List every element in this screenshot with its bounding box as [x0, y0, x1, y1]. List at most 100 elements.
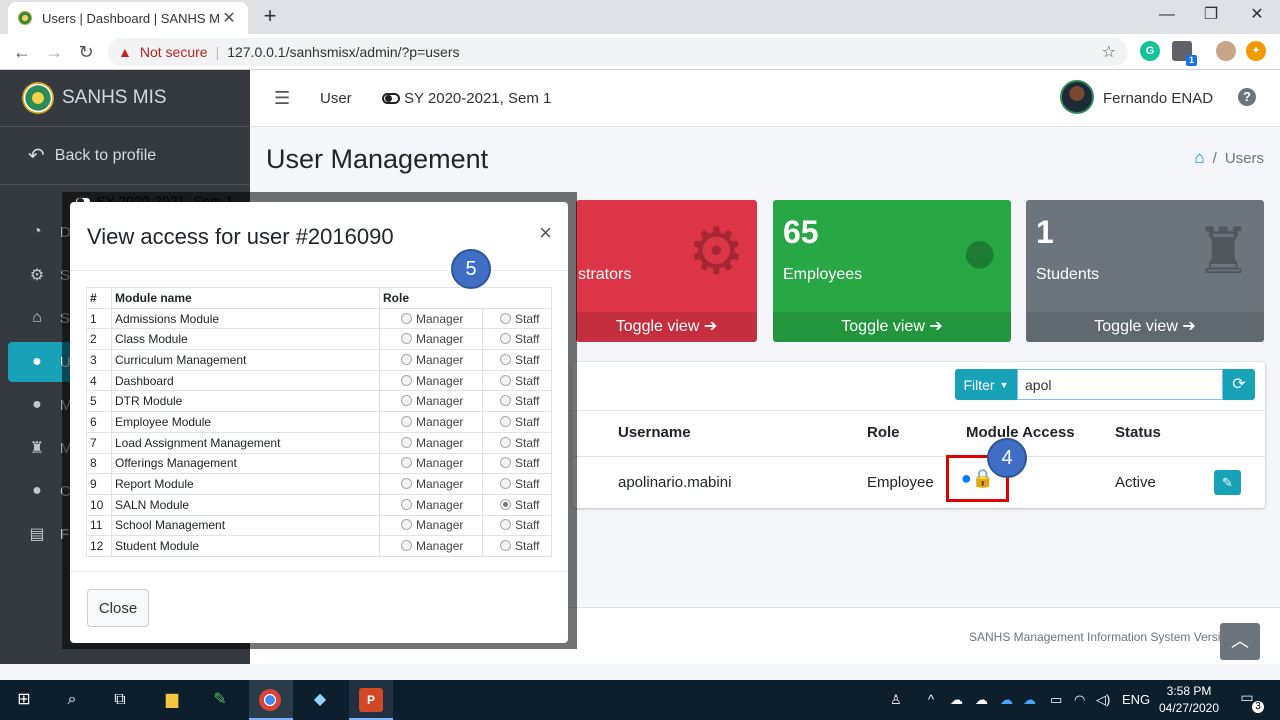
user-edit-icon: ✎	[1222, 475, 1233, 490]
role-radio-staff[interactable]	[500, 333, 511, 345]
role-radio-manager[interactable]	[401, 374, 412, 386]
role-radio-staff[interactable]	[500, 395, 511, 407]
school-year-toggle[interactable]: SY 2020-2021, Sem 1	[382, 90, 551, 107]
windows-start-icon[interactable]: ⊞	[12, 688, 36, 712]
hamburger-menu-icon[interactable]: ☰	[274, 88, 290, 109]
forward-arrow-icon[interactable]: →	[42, 40, 66, 64]
role-radio-manager[interactable]	[401, 395, 412, 407]
module-name: School Management	[111, 514, 380, 537]
back-to-profile-link[interactable]: ↶ Back to profile	[0, 127, 250, 185]
role-option-label: Staff	[515, 311, 540, 326]
notification-center-icon[interactable]: ▭ 3	[1236, 689, 1264, 713]
role-radio-manager[interactable]	[401, 540, 412, 552]
role-radio-manager[interactable]	[401, 519, 412, 531]
minimize-icon[interactable]: —	[1152, 4, 1182, 26]
close-button[interactable]: Close	[87, 589, 149, 627]
toggle-view-students[interactable]: Toggle view ➔	[1026, 312, 1264, 342]
language-indicator[interactable]: ENG	[1122, 692, 1150, 707]
browser-tab[interactable]: Users | Dashboard | SANHS MIS ✕	[8, 2, 248, 34]
new-tab-icon[interactable]: +	[258, 4, 282, 28]
grammarly-extension-icon[interactable]: G	[1140, 41, 1160, 61]
edit-user-button[interactable]: ✎	[1214, 470, 1241, 495]
refresh-button[interactable]: ⟳	[1223, 369, 1255, 400]
role-radio-manager[interactable]	[401, 312, 412, 324]
module-num: 11	[86, 514, 112, 537]
avatar[interactable]	[1060, 80, 1094, 114]
wifi-icon[interactable]: ◠	[1074, 692, 1085, 708]
role-option-cell: Manager	[379, 369, 483, 392]
role-radio-manager[interactable]	[401, 436, 412, 448]
filter-button[interactable]: Filter ▼	[955, 369, 1017, 400]
cloud-icon[interactable]: ☁	[950, 692, 963, 708]
battery-icon[interactable]: ▭	[1050, 692, 1062, 708]
extension-orange-icon[interactable]: ✦	[1246, 41, 1266, 61]
footer-text: SANHS Management Information System Vers…	[969, 630, 1255, 644]
role-radio-staff[interactable]	[500, 519, 511, 531]
table-row: 1 Admissions Module Manager Staff	[86, 307, 552, 330]
onedrive-icon[interactable]: ☁	[1000, 692, 1013, 708]
role-radio-staff[interactable]	[500, 436, 511, 448]
brand[interactable]: SANHS MIS	[0, 70, 250, 127]
modal-close-icon[interactable]: ×	[539, 220, 552, 246]
user-name[interactable]: Fernando ENAD	[1103, 90, 1213, 107]
role-radio-staff[interactable]	[500, 457, 511, 469]
employees-box: 65 Employees ● Toggle view ➔	[773, 200, 1011, 342]
tab-close-icon[interactable]: ✕	[220, 8, 238, 28]
role-radio-manager[interactable]	[401, 498, 412, 510]
bookmark-star-icon[interactable]: ☆	[1102, 42, 1116, 62]
tray-chevron-up-icon[interactable]: ^	[928, 692, 934, 707]
powerpoint-icon[interactable]: P	[359, 688, 383, 712]
people-icon[interactable]: ♙	[890, 692, 902, 708]
toggle-view-employees[interactable]: Toggle view ➔	[773, 312, 1011, 342]
role-radio-staff[interactable]	[500, 353, 511, 365]
extension-cube-icon[interactable]: 1	[1172, 41, 1197, 66]
address-separator: |	[215, 44, 220, 60]
role-radio-manager[interactable]	[401, 333, 412, 345]
column-header-status[interactable]: Status	[1115, 424, 1161, 441]
arrow-circle-right-icon: ➔	[929, 318, 943, 335]
search-icon[interactable]: ⌕	[60, 688, 84, 712]
role-radio-manager[interactable]	[401, 415, 412, 427]
role-radio-staff[interactable]	[500, 498, 511, 510]
top-navbar: ☰ User SY 2020-2021, Sem 1 Fernando ENAD…	[250, 70, 1280, 127]
home-icon[interactable]: ⌂	[1194, 148, 1204, 168]
toggle-view-administrators[interactable]: Toggle view ➔	[576, 312, 757, 342]
help-icon[interactable]: ?	[1238, 88, 1256, 106]
column-header-role[interactable]: Role	[867, 424, 900, 441]
role-radio-manager[interactable]	[401, 457, 412, 469]
file-explorer-icon[interactable]: ▆	[160, 688, 184, 712]
nav-user-link[interactable]: User	[320, 90, 352, 107]
role-radio-staff[interactable]	[500, 415, 511, 427]
window-close-icon[interactable]: ✕	[1242, 4, 1272, 26]
role-radio-staff[interactable]	[500, 540, 511, 552]
caret-down-icon: ▼	[999, 379, 1009, 390]
clock[interactable]: 3:58 PM 04/27/2020	[1156, 683, 1222, 717]
scroll-to-top-button[interactable]: ︿	[1220, 623, 1260, 660]
address-bar[interactable]: ▲ Not secure | 127.0.0.1/sanhsmisx/admin…	[108, 38, 1128, 66]
onedrive-icon[interactable]: ☁	[1023, 692, 1036, 708]
role-radio-staff[interactable]	[500, 478, 511, 490]
row-status: Active	[1115, 474, 1156, 491]
role-radio-manager[interactable]	[401, 353, 412, 365]
cloud-icon[interactable]: ☁	[975, 692, 988, 708]
column-header-module-access[interactable]: Module Access	[966, 424, 1075, 441]
task-view-icon[interactable]: ⧉	[108, 688, 132, 712]
role-option-label: Staff	[515, 518, 540, 533]
restore-icon[interactable]: ❐	[1196, 4, 1226, 26]
security-status[interactable]: Not secure	[140, 44, 208, 60]
search-input[interactable]	[1017, 369, 1223, 400]
column-header-username[interactable]: Username	[618, 424, 691, 441]
profile-avatar-icon[interactable]	[1216, 41, 1236, 61]
url-text[interactable]: 127.0.0.1/sanhsmisx/admin/?p=users	[227, 44, 459, 60]
user-icon: ●	[32, 353, 42, 370]
role-radio-manager[interactable]	[401, 478, 412, 490]
chrome-icon[interactable]	[259, 689, 281, 711]
role-radio-staff[interactable]	[500, 374, 511, 386]
reload-icon[interactable]: ↻	[74, 40, 98, 64]
back-arrow-icon[interactable]: ←	[10, 40, 34, 64]
app-icon[interactable]: ◆	[308, 688, 332, 712]
role-option-label: Manager	[416, 497, 464, 512]
role-radio-staff[interactable]	[500, 312, 511, 324]
notepad-app-icon[interactable]: ✎	[208, 688, 232, 712]
volume-icon[interactable]: ◁)	[1096, 692, 1110, 708]
